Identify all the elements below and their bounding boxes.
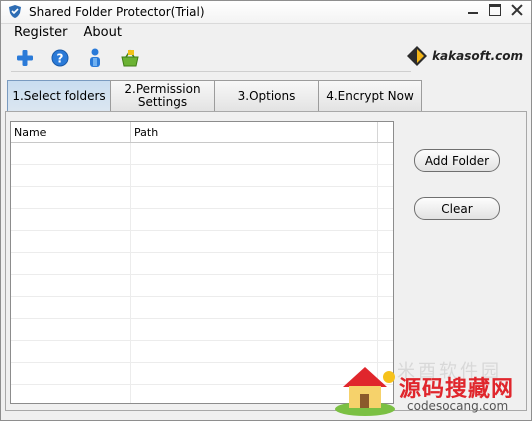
toolbar: ? [13, 47, 142, 69]
tab-permission-settings[interactable]: 2.Permission Settings [110, 80, 215, 111]
empty-cell-name [11, 363, 131, 384]
empty-list-row [11, 319, 393, 341]
tab-select-folders[interactable]: 1.Select folders [7, 80, 111, 111]
empty-cell-name [11, 231, 131, 252]
watermark-url: codesocang.com [407, 399, 509, 413]
minimize-button[interactable] [467, 4, 479, 16]
empty-list-row [11, 209, 393, 231]
user-icon[interactable] [83, 47, 107, 69]
maximize-button[interactable] [489, 4, 501, 16]
tab-options[interactable]: 3.Options [214, 80, 319, 111]
empty-list-row [11, 187, 393, 209]
empty-cell-path [131, 275, 378, 296]
empty-cell-path [131, 209, 378, 230]
menu-about[interactable]: About [81, 24, 125, 42]
empty-cell-path [131, 187, 378, 208]
brand-logo: kakasoft.com [406, 45, 523, 67]
help-icon[interactable]: ? [48, 47, 72, 69]
watermark-overlay: 米酉软件园 源码搜藏网 codesocang.com [331, 357, 531, 419]
shop-basket-icon[interactable] [118, 47, 142, 69]
watermark-house-icon [335, 367, 395, 416]
empty-cell-name [11, 297, 131, 318]
brand-name: kakasoft.com [432, 49, 523, 63]
empty-cell-path [131, 143, 378, 164]
empty-cell-name [11, 341, 131, 362]
app-window: Shared Folder Protector(Trial) Register … [0, 0, 532, 421]
empty-cell-name [11, 143, 131, 164]
tab-encrypt-now[interactable]: 4.Encrypt Now [318, 80, 422, 111]
close-button[interactable] [511, 4, 523, 16]
empty-cell-path [131, 231, 378, 252]
empty-cell-name [11, 209, 131, 230]
column-header-filler [378, 122, 393, 142]
empty-list-row [11, 275, 393, 297]
empty-cell-path [131, 297, 378, 318]
empty-list-row [11, 231, 393, 253]
title-bar[interactable]: Shared Folder Protector(Trial) [1, 1, 531, 24]
window-title: Shared Folder Protector(Trial) [29, 5, 205, 19]
empty-cell-path [131, 319, 378, 340]
empty-list-row [11, 165, 393, 187]
menu-bar: Register About [11, 24, 125, 42]
step-tabs: 1.Select folders 2.Permission Settings 3… [7, 80, 422, 111]
empty-cell-path [131, 253, 378, 274]
add-folder-button[interactable]: Add Folder [414, 149, 500, 172]
svg-text:?: ? [57, 52, 64, 66]
clear-button[interactable]: Clear [414, 197, 500, 220]
kakasoft-logo-icon [407, 46, 428, 66]
empty-cell-name [11, 385, 131, 403]
empty-list-row [11, 253, 393, 275]
empty-cell-name [11, 319, 131, 340]
empty-cell-name [11, 275, 131, 296]
empty-cell-path [131, 165, 378, 186]
empty-cell-name [11, 165, 131, 186]
folder-list-header: Name Path [11, 122, 393, 143]
column-header-name[interactable]: Name [11, 122, 131, 142]
toolbar-separator [11, 71, 411, 72]
empty-cell-name [11, 253, 131, 274]
empty-list-row [11, 297, 393, 319]
empty-cell-name [11, 187, 131, 208]
add-icon[interactable] [13, 47, 37, 69]
shield-app-icon [9, 5, 21, 18]
column-header-path[interactable]: Path [131, 122, 378, 142]
menu-register[interactable]: Register [11, 24, 71, 42]
empty-list-row [11, 143, 393, 165]
